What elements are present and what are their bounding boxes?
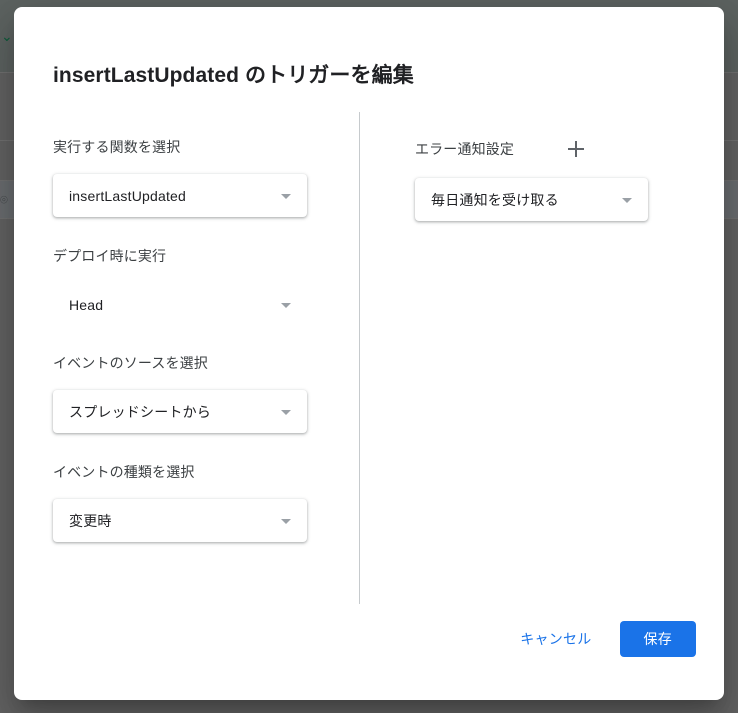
- field-label-function: 実行する関数を選択: [53, 139, 181, 155]
- select-deployment[interactable]: Head: [53, 283, 307, 326]
- save-button[interactable]: 保存: [619, 621, 696, 657]
- field-deployment-select: デプロイ時に実行 Head: [53, 246, 343, 326]
- chevron-down-icon: [281, 409, 291, 415]
- select-error-notification[interactable]: 毎日通知を受け取る: [415, 178, 648, 221]
- right-column: エラー通知設定 毎日通知を受け取る: [415, 137, 695, 221]
- chevron-down-icon: [281, 302, 291, 308]
- dialog-title: insertLastUpdated のトリガーを編集: [53, 64, 414, 88]
- column-divider: [359, 112, 360, 604]
- cancel-button[interactable]: キャンセル: [512, 620, 599, 658]
- chevron-down-icon: [281, 518, 291, 524]
- field-label-error-notification: エラー通知設定: [415, 141, 515, 157]
- field-label-deployment: デプロイ時に実行: [53, 248, 167, 264]
- select-deployment-value: Head: [69, 296, 104, 313]
- background-text-glyph: ⌾: [0, 192, 8, 207]
- select-function[interactable]: insertLastUpdated: [53, 174, 307, 217]
- dialog-footer: キャンセル 保存: [512, 620, 696, 658]
- select-event-type-value: 変更時: [69, 512, 112, 529]
- chevron-down-icon: [281, 193, 291, 199]
- field-label-event-source: イベントのソースを選択: [53, 355, 208, 371]
- plus-icon[interactable]: [564, 137, 588, 161]
- field-event-source-select: イベントのソースを選択 スプレッドシートから: [53, 353, 343, 433]
- left-column: 実行する関数を選択 insertLastUpdated デプロイ時に実行 Hea…: [53, 137, 343, 542]
- field-event-type-select: イベントの種類を選択 変更時: [53, 462, 343, 542]
- field-label-event-type: イベントの種類を選択: [53, 464, 195, 480]
- error-notification-label-row: エラー通知設定: [415, 137, 695, 161]
- select-event-source-value: スプレッドシートから: [69, 403, 211, 420]
- chevron-down-icon: [622, 197, 632, 203]
- background-caret-glyph: ⌄: [1, 28, 13, 44]
- select-event-type[interactable]: 変更時: [53, 499, 307, 542]
- select-function-value: insertLastUpdated: [69, 187, 187, 204]
- select-event-source[interactable]: スプレッドシートから: [53, 390, 307, 433]
- edit-trigger-dialog: insertLastUpdated のトリガーを編集 実行する関数を選択 ins…: [14, 7, 724, 700]
- select-error-notification-value: 毎日通知を受け取る: [431, 191, 559, 208]
- field-function-select: 実行する関数を選択 insertLastUpdated: [53, 137, 343, 217]
- field-error-notification-select: エラー通知設定 毎日通知を受け取る: [415, 137, 695, 221]
